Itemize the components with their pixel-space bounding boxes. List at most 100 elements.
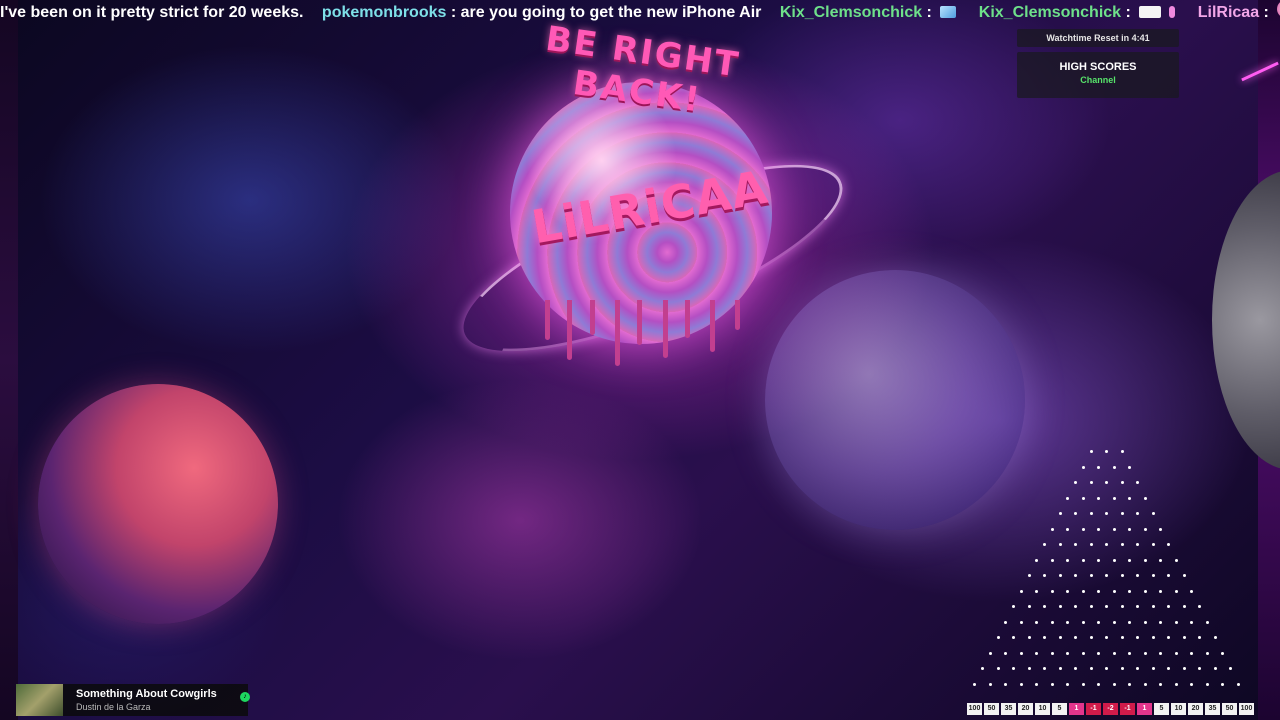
plinko-peg	[1043, 636, 1046, 639]
plinko-peg	[1159, 620, 1163, 624]
watchtime-reset-banner: Watchtime Reset in 4:41	[1017, 29, 1179, 47]
plinko-peg	[1089, 543, 1093, 546]
plinko-peg	[1128, 465, 1132, 469]
plinko-peg	[1143, 496, 1147, 500]
plinko-peg	[1213, 636, 1217, 639]
plinko-slots: 100 50 35 20 10 5 1 -1 -2 -1 1 5 10 20 35 50 100	[967, 703, 1254, 715]
plinko-peg	[1151, 667, 1155, 670]
plinko-peg	[1089, 512, 1093, 515]
plinko-peg	[1081, 651, 1085, 655]
plinko-slot: -1	[1120, 703, 1135, 715]
plinko-peg	[1105, 605, 1108, 608]
chat-username: Kix_Clemsonchick	[978, 4, 1122, 21]
chat-message: pokemonbrooks : are you going to get the…	[322, 2, 761, 22]
plinko-slot: 35	[1205, 703, 1220, 715]
plinko-peg	[1174, 651, 1178, 655]
plinko-peg	[1143, 589, 1147, 593]
plinko-peg	[1128, 558, 1132, 562]
chat-message: I've been on it pretty strict for 20 wee…	[0, 2, 303, 22]
plinko-peg	[1043, 574, 1046, 577]
planet-drips	[545, 300, 745, 370]
planet-left	[38, 384, 278, 624]
chat-message: Kix_Clemsonchick :	[979, 2, 1180, 22]
plinko-peg	[1112, 651, 1116, 655]
plinko-peg	[1050, 527, 1054, 531]
plinko-peg	[1074, 574, 1077, 577]
now-playing-widget: Something About Cowgirls Dustin de la Ga…	[16, 684, 250, 716]
plinko-peg	[1167, 667, 1170, 670]
plinko-peg	[1198, 667, 1201, 670]
plinko-peg	[1081, 496, 1085, 500]
plinko-peg	[1105, 636, 1108, 639]
plinko-peg	[1043, 667, 1046, 670]
plinko-peg	[1159, 527, 1163, 531]
plinko-peg	[1151, 574, 1155, 577]
plinko-peg	[1074, 667, 1077, 670]
plinko-peg	[1012, 636, 1015, 639]
plinko-peg	[1081, 465, 1085, 469]
plinko-peg	[1097, 527, 1101, 531]
plinko-peg	[1035, 589, 1039, 593]
plinko-peg	[1182, 574, 1186, 577]
plinko-peg	[1097, 620, 1101, 624]
plinko-peg	[1143, 527, 1147, 531]
plinko-peg	[1058, 574, 1062, 577]
plinko-slot: 1	[1137, 703, 1152, 715]
album-art	[16, 684, 63, 716]
plinko-peg	[1182, 605, 1186, 608]
plinko-peg	[1074, 605, 1077, 608]
plinko-peg	[1128, 589, 1132, 593]
plinko-peg	[1190, 682, 1194, 686]
plinko-peg	[1174, 682, 1178, 686]
plinko-slot: 10	[1035, 703, 1050, 715]
plinko-peg	[1105, 481, 1108, 484]
chat-ticker: I've been on it pretty strict for 20 wee…	[0, 0, 1280, 22]
planet-right	[1212, 170, 1280, 470]
plinko-peg	[1050, 620, 1054, 624]
plinko-slot: 5	[1154, 703, 1169, 715]
high-scores-title: HIGH SCORES	[1059, 61, 1137, 73]
plinko-board	[960, 440, 1250, 700]
plinko-peg	[1004, 620, 1008, 624]
plinko-peg	[1151, 512, 1155, 515]
plinko-peg	[1081, 682, 1085, 686]
plinko-peg	[1120, 667, 1124, 670]
plinko-peg	[1081, 527, 1085, 531]
plinko-peg	[1105, 543, 1108, 546]
plinko-slot: 20	[1188, 703, 1203, 715]
drip	[710, 300, 715, 352]
plinko-peg	[1019, 589, 1023, 593]
plinko-peg	[1043, 605, 1046, 608]
plinko-peg	[1159, 682, 1163, 686]
plinko-peg	[1105, 512, 1108, 515]
plinko-peg	[1190, 620, 1194, 624]
plinko-peg	[1159, 589, 1163, 593]
plinko-peg	[1136, 574, 1139, 577]
plinko-peg	[1105, 667, 1108, 670]
plinko-peg	[1167, 543, 1170, 546]
plinko-peg	[1066, 589, 1070, 593]
plinko-peg	[1182, 667, 1186, 670]
plinko-peg	[1112, 558, 1116, 562]
plinko-peg	[1143, 558, 1147, 562]
plinko-peg	[1174, 558, 1178, 562]
plinko-peg	[1058, 512, 1062, 515]
plinko-peg	[1112, 527, 1116, 531]
plinko-slot: 10	[1171, 703, 1186, 715]
plinko-peg	[1074, 481, 1077, 484]
high-scores-subtitle: Channel	[1080, 75, 1116, 85]
chat-message: Kix_Clemsonchick :	[780, 2, 961, 22]
plinko-peg	[1120, 574, 1124, 577]
plinko-slot: 5	[1052, 703, 1067, 715]
drip	[637, 300, 642, 345]
plinko-peg	[1066, 651, 1070, 655]
plinko-slot: 50	[984, 703, 999, 715]
plinko-peg	[1205, 651, 1209, 655]
chat-username: LilRicaa	[1197, 4, 1260, 21]
plinko-peg	[1229, 667, 1232, 670]
spotify-icon: ♪	[240, 692, 250, 702]
plinko-slot: 1	[1069, 703, 1084, 715]
plinko-peg	[1182, 636, 1186, 639]
plinko-peg	[1066, 558, 1070, 562]
plinko-peg	[1112, 620, 1116, 624]
